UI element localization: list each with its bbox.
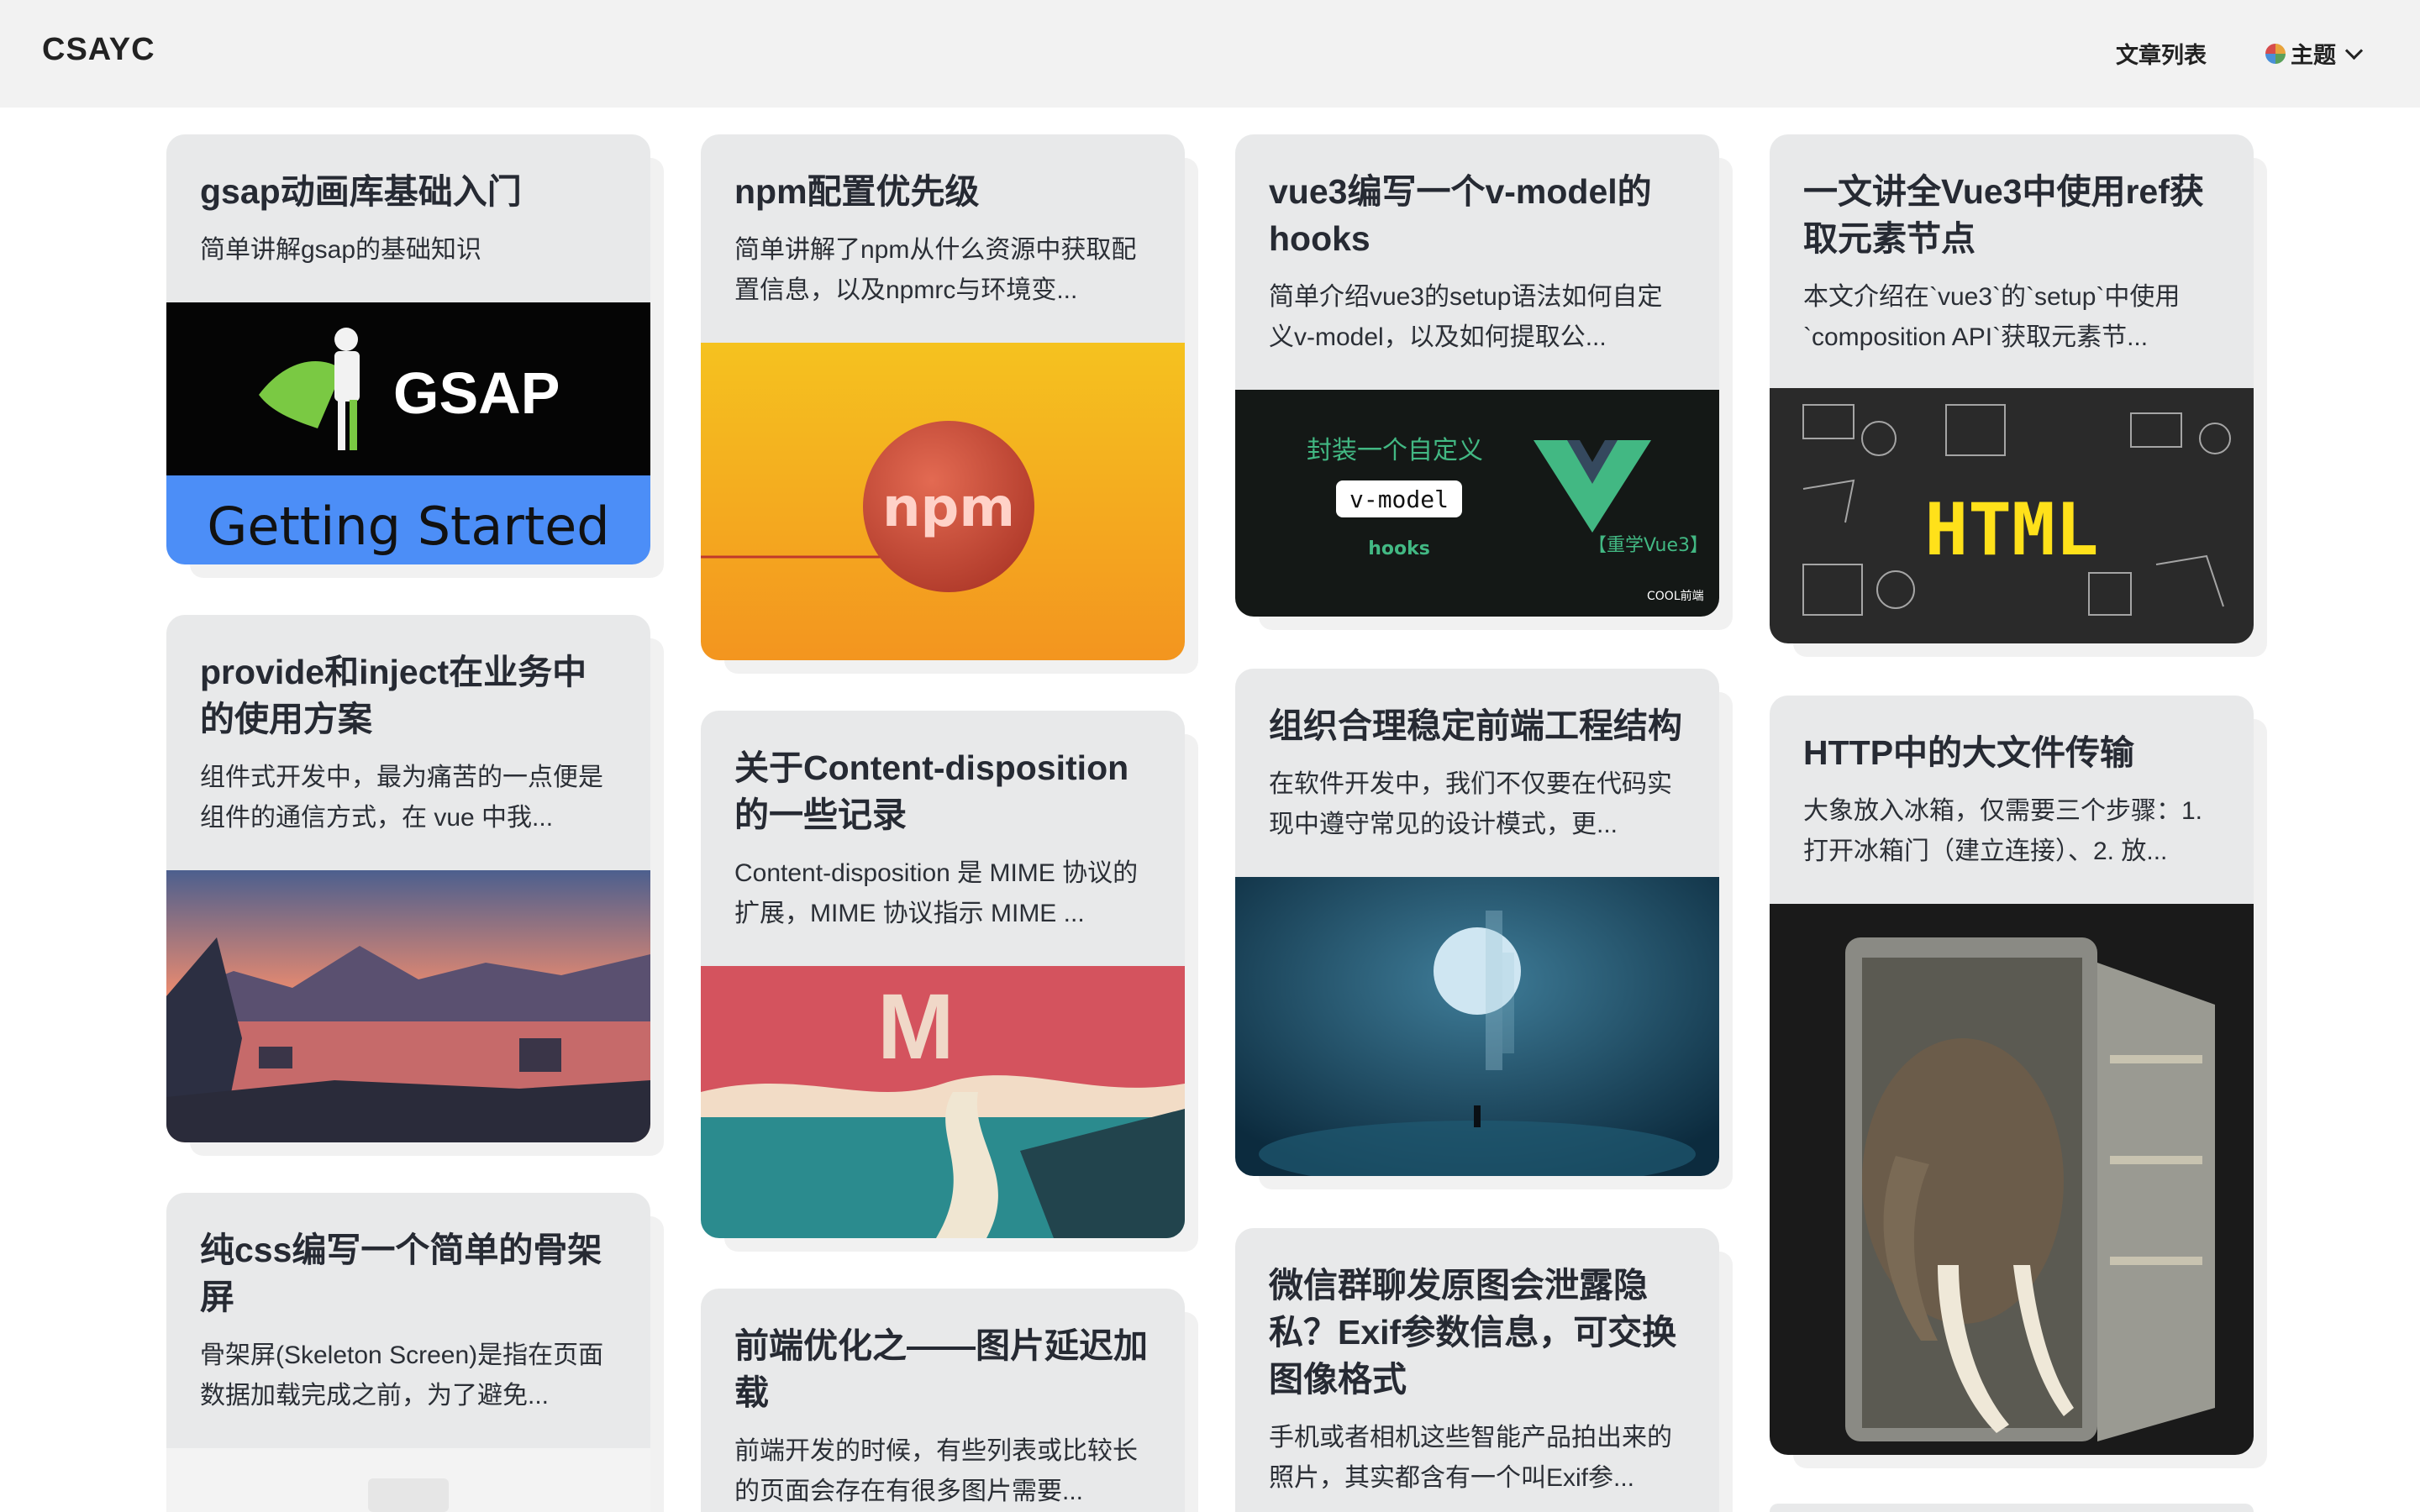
vue-banner-series: 【重学Vue3】 xyxy=(1588,535,1708,556)
theme-dropdown[interactable]: 主题 xyxy=(2265,37,2364,70)
top-navbar: CSAYC 文章列表 主题 xyxy=(0,0,2420,108)
vue-banner-title: 封装一个自定义 xyxy=(1307,436,1483,465)
card-description: 手机或者相机这些智能产品拍出来的照片，其实都含有一个叫Exif参... xyxy=(1269,1424,1672,1492)
card-title: vue3编写一个v-model的hooks xyxy=(1269,172,1652,258)
card-thumbnail-provide-inject xyxy=(166,870,650,1142)
chevron-down-icon xyxy=(2344,41,2364,60)
article-card-next-partial[interactable] xyxy=(1770,1504,2254,1512)
card-description: 简单讲解gsap的基础知识 xyxy=(200,236,482,264)
article-card-vue3-v-model[interactable]: vue3编写一个v-model的hooks 简单介绍vue3的setup语法如何… xyxy=(1235,134,1719,617)
article-card-npm-config[interactable]: npm配置优先级 简单讲解了npm从什么资源中获取配置信息，以及npmrc与环境… xyxy=(701,134,1185,660)
vue-banner-brand: COOL前端 xyxy=(1647,589,1704,603)
card-thumbnail-content-disposition: M xyxy=(701,966,1185,1238)
gsap-logo-text: GSAP xyxy=(393,360,560,426)
article-card-http-large-file[interactable]: HTTP中的大文件传输 大象放入冰箱，仅需要三个步骤：1. 打开冰箱门（建立连接… xyxy=(1770,696,2254,1455)
card-thumbnail-skeleton xyxy=(166,1448,650,1512)
article-card-provide-inject[interactable]: provide和inject在业务中的使用方案 组件式开发中，最为痛苦的一点便是… xyxy=(166,615,650,1142)
article-card-content-disposition[interactable]: 关于Content-disposition的一些记录 Content-dispo… xyxy=(701,711,1185,1238)
card-title: npm配置优先级 xyxy=(734,172,980,211)
article-card-skeleton-screen[interactable]: 纯css编写一个简单的骨架屏 骨架屏(Skeleton Screen)是指在页面… xyxy=(166,1193,650,1512)
getting-started-text: Getting Started xyxy=(207,496,609,557)
card-description: 简单讲解了npm从什么资源中获取配置信息，以及npmrc与环境变... xyxy=(734,236,1137,304)
article-card-vue3-ref[interactable]: 一文讲全Vue3中使用ref获取元素节点 本文介绍在`vue3`的`setup`… xyxy=(1770,134,2254,643)
card-title: 纯css编写一个简单的骨架屏 xyxy=(200,1231,602,1316)
card-description: Content-disposition 是 MIME 协议的扩展，MIME 协议… xyxy=(734,859,1139,927)
palette-icon xyxy=(2265,43,2286,64)
card-description: 在软件开发中，我们不仅要在代码实现中遵守常见的设计模式，更... xyxy=(1269,770,1672,838)
nav-article-list-link[interactable]: 文章列表 xyxy=(2116,37,2207,70)
article-card-gsap[interactable]: gsap动画库基础入门 简单讲解gsap的基础知识 GSAP Getting S… xyxy=(166,134,650,564)
article-card-exif[interactable]: 微信群聊发原图会泄露隐私？Exif参数信息，可交换图像格式 手机或者相机这些智能… xyxy=(1235,1228,1719,1512)
card-title: 组织合理稳定前端工程结构 xyxy=(1269,706,1682,745)
html-chalk-text: HTML xyxy=(1924,488,2098,572)
card-title: HTTP中的大文件传输 xyxy=(1803,733,2135,772)
card-thumbnail-gsap: GSAP Getting Started xyxy=(166,302,650,564)
card-title: 一文讲全Vue3中使用ref获取元素节点 xyxy=(1803,172,2204,258)
card-description: 大象放入冰箱，仅需要三个步骤：1. 打开冰箱门（建立连接）、2. 放... xyxy=(1803,797,2203,865)
vue-banner-hooks: hooks xyxy=(1368,538,1430,559)
card-title: 前端优化之——图片延迟加载 xyxy=(734,1326,1148,1412)
npm-logo-text: npm xyxy=(882,477,1015,539)
theme-label: 主题 xyxy=(2291,43,2336,68)
card-title: 微信群聊发原图会泄露隐私？Exif参数信息，可交换图像格式 xyxy=(1269,1266,1677,1399)
card-thumbnail-project-structure xyxy=(1235,877,1719,1176)
svg-text:M: M xyxy=(877,975,955,1079)
article-card-project-structure[interactable]: 组织合理稳定前端工程结构 在软件开发中，我们不仅要在代码实现中遵守常见的设计模式… xyxy=(1235,669,1719,1176)
card-title: gsap动画库基础入门 xyxy=(200,172,522,211)
card-thumbnail-npm: npm xyxy=(701,343,1185,660)
card-thumbnail-elephant-fridge xyxy=(1770,904,2254,1455)
card-description: 骨架屏(Skeleton Screen)是指在页面数据加载完成之前，为了避免..… xyxy=(200,1341,604,1410)
card-description: 组件式开发中，最为痛苦的一点便是组件的通信方式，在 vue 中我... xyxy=(200,764,603,832)
card-thumbnail-vue3: 封装一个自定义 v-model hooks 【重学Vue3】 COOL前端 xyxy=(1235,390,1719,617)
article-card-image-lazyload[interactable]: 前端优化之——图片延迟加载 前端开发的时候，有些列表或比较长的页面会存在有很多图… xyxy=(701,1289,1185,1512)
card-description: 简单介绍vue3的setup语法如何自定义v-model，以及如何提取公... xyxy=(1269,283,1663,351)
card-description: 前端开发的时候，有些列表或比较长的页面会存在有很多图片需要... xyxy=(734,1437,1138,1505)
card-thumbnail-html: HTML xyxy=(1770,388,2254,643)
card-description: 本文介绍在`vue3`的`setup`中使用`composition API`获… xyxy=(1803,283,2181,351)
card-title: provide和inject在业务中的使用方案 xyxy=(200,653,587,738)
vue-banner-vmodel: v-model xyxy=(1349,486,1449,513)
card-title: 关于Content-disposition的一些记录 xyxy=(734,748,1129,834)
site-brand[interactable]: CSAYC xyxy=(42,32,155,68)
